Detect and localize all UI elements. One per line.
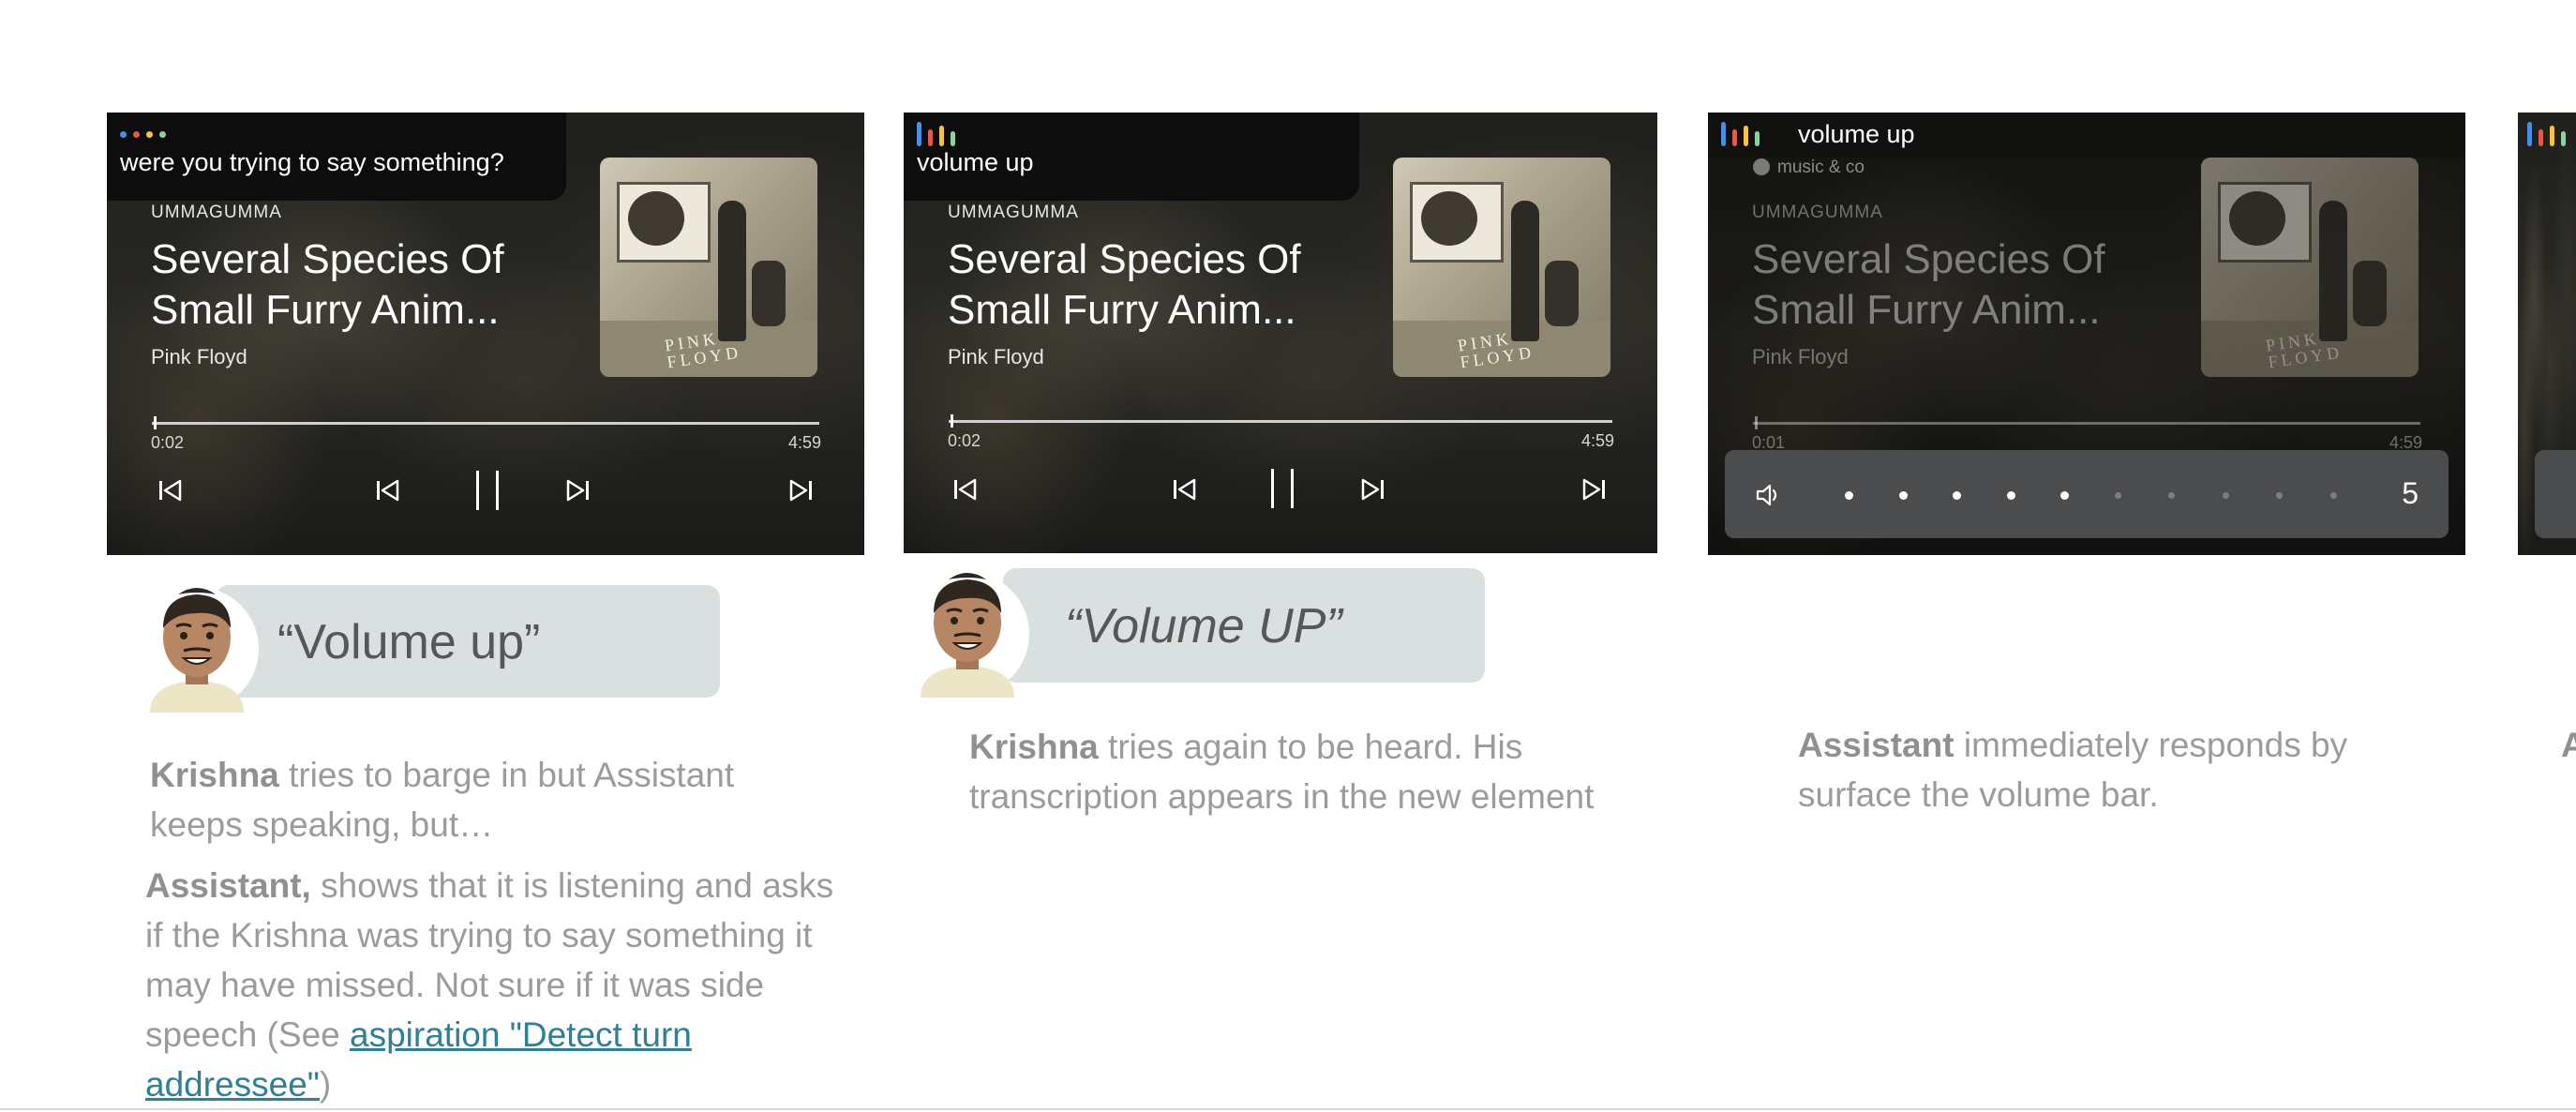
speech-bubble-2: “Volume UP” xyxy=(1003,568,1485,683)
progress-knob[interactable] xyxy=(154,416,157,429)
assistant-toast: volume up xyxy=(904,113,1359,201)
replay-icon[interactable] xyxy=(369,472,407,509)
music-source-icon xyxy=(1753,158,1770,175)
song-title: Several Species Of Small Furry Anim... xyxy=(1752,236,2105,333)
speech-bubble-1: “Volume up” xyxy=(216,585,720,698)
toast-text: volume up xyxy=(1798,120,1915,148)
album-art[interactable]: PINK FLOYD xyxy=(2201,158,2419,377)
replay-icon[interactable] xyxy=(1166,471,1204,508)
assistant-strip: volume up xyxy=(1708,113,2465,158)
assistant-listening-bars-icon xyxy=(917,122,962,148)
album-label: UMMAGUMMA xyxy=(948,203,1079,222)
music-source-label: music & co xyxy=(1753,158,1865,178)
volume-step[interactable] xyxy=(2006,491,2015,500)
volume-step[interactable] xyxy=(1953,491,1961,500)
volume-step[interactable] xyxy=(1845,491,1853,500)
volume-icon[interactable] xyxy=(1753,480,1783,510)
user-avatar xyxy=(131,572,262,713)
skip-next-icon[interactable] xyxy=(782,472,819,509)
skip-previous-icon[interactable] xyxy=(947,471,984,508)
album-label: UMMAGUMMA xyxy=(151,203,282,222)
forward-icon[interactable] xyxy=(559,472,596,509)
forward-icon[interactable] xyxy=(1354,471,1391,508)
artist-name: Pink Floyd xyxy=(948,345,1044,368)
assistant-toast: were you trying to say something? xyxy=(107,113,566,201)
assistant-listening-bars-icon xyxy=(1721,122,1766,148)
volume-step[interactable] xyxy=(1898,491,1908,500)
description-cropped: A xyxy=(2561,726,2576,764)
description-krishna-barge-in: Krishna tries to barge in but Assistant … xyxy=(150,756,735,844)
player-frame-4-cropped xyxy=(2518,113,2576,555)
artist-name: Pink Floyd xyxy=(1752,345,1849,368)
skip-next-icon[interactable] xyxy=(1575,471,1612,508)
assistant-listening-bars-icon xyxy=(2527,122,2572,148)
album-art[interactable]: PINK FLOYD xyxy=(1393,158,1610,377)
player-frame-3: volume up music & co UMMAGUMMA Several S… xyxy=(1708,113,2465,555)
album-label: UMMAGUMMA xyxy=(1752,203,1883,222)
volume-step[interactable] xyxy=(2114,492,2121,499)
progress-bar[interactable] xyxy=(152,422,819,425)
volume-step[interactable] xyxy=(2276,492,2283,499)
volume-step[interactable] xyxy=(2168,492,2175,499)
description-krishna-retry: Krishna tries again to be heard. His tra… xyxy=(969,728,1595,816)
skip-previous-icon[interactable] xyxy=(152,472,189,509)
toast-text: were you trying to say something? xyxy=(120,148,504,176)
progress-knob[interactable] xyxy=(951,414,953,428)
description-assistant-listening: Assistant, shows that it is listening an… xyxy=(145,866,834,1104)
player-frame-1: were you trying to say something? UMMAGU… xyxy=(107,113,864,555)
duration-time: 4:59 xyxy=(1580,431,1614,450)
assistant-dots-icon xyxy=(120,131,172,139)
album-art[interactable]: PINK FLOYD xyxy=(600,158,817,377)
volume-step[interactable] xyxy=(2060,491,2069,500)
volume-level: 5 xyxy=(2402,476,2419,510)
song-title: Several Species Of Small Furry Anim... xyxy=(151,236,504,333)
user-utterance: “Volume UP” xyxy=(1065,599,1342,654)
pause-icon[interactable] xyxy=(1262,467,1303,510)
player-frame-2: volume up UMMAGUMMA Several Species Of S… xyxy=(904,113,1657,553)
toast-text: volume up xyxy=(917,148,1034,176)
elapsed-time: 0:02 xyxy=(948,431,981,450)
user-avatar xyxy=(902,557,1033,698)
user-utterance: “Volume up” xyxy=(277,615,541,669)
progress-bar[interactable] xyxy=(949,420,1612,423)
progress-knob[interactable] xyxy=(1755,416,1758,429)
description-assistant-volume: Assistant immediately responds by surfac… xyxy=(1798,726,2348,814)
artist-name: Pink Floyd xyxy=(151,345,247,368)
volume-step[interactable] xyxy=(2222,492,2229,499)
progress-bar[interactable] xyxy=(1753,422,2420,425)
duration-time: 4:59 xyxy=(787,433,821,452)
volume-bar[interactable] xyxy=(2535,450,2576,538)
divider xyxy=(0,1108,2576,1110)
pause-icon[interactable] xyxy=(467,469,508,512)
volume-step[interactable] xyxy=(2329,492,2337,499)
volume-bar[interactable]: 5 xyxy=(1725,450,2449,538)
song-title: Several Species Of Small Furry Anim... xyxy=(948,236,1301,333)
elapsed-time: 0:02 xyxy=(151,433,185,452)
